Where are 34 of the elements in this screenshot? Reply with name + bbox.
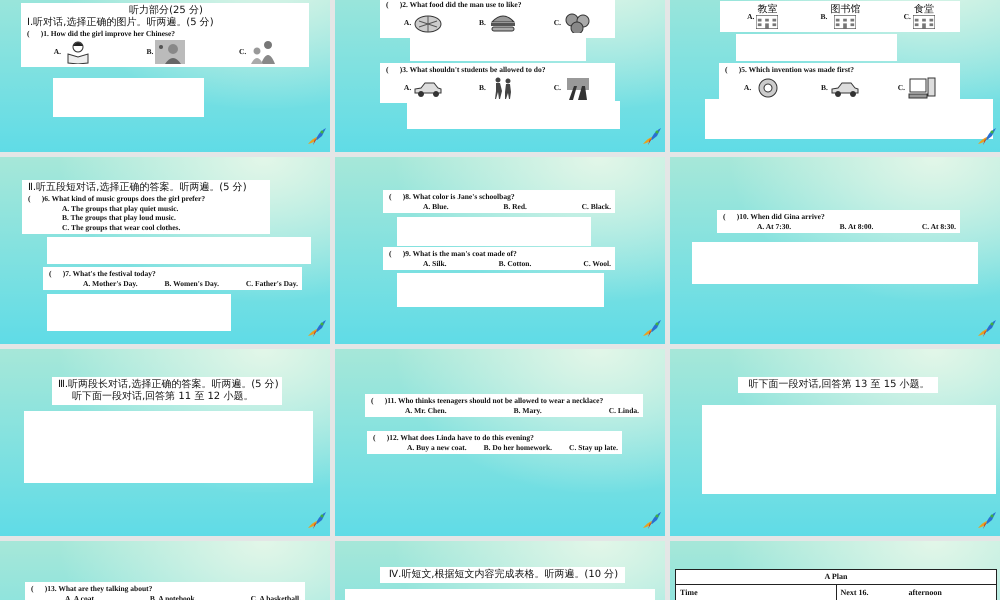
- building-icon: [756, 15, 778, 29]
- slide-thumbnail[interactable]: 听下面一段对话,回答第 13 至 15 小题。: [670, 349, 1000, 536]
- computer-icon: [907, 76, 938, 100]
- table-cell: afternoon: [908, 588, 942, 598]
- building-icon: [834, 15, 856, 29]
- parrot-icon: [642, 319, 662, 339]
- parrot-icon: [307, 127, 327, 147]
- heading-text: 听力部分(25 分): [129, 5, 203, 16]
- building-icon: [912, 15, 935, 29]
- heading-text: 听下面一段对话,回答第 13 至 15 小题。: [748, 379, 930, 391]
- sign-label: 图书馆: [829, 4, 862, 15]
- instruction-text: 听下面一段对话,回答第 11 至 12 小题。: [71, 391, 254, 403]
- parrot-icon: [977, 319, 997, 339]
- parrot-icon: [642, 511, 662, 531]
- table-cell: Time: [680, 588, 698, 598]
- slide-thumbnail[interactable]: Ⅳ.听短文,根据短文内容完成表格。听两遍。(10 分): [335, 541, 665, 600]
- sign-label: 食堂: [912, 4, 935, 15]
- parrot-icon: [307, 511, 327, 531]
- sign-label: 教室: [756, 4, 778, 15]
- section-text: Ⅰ.听对话,选择正确的图片。听两遍。(5 分): [27, 17, 215, 29]
- parrot-icon: [642, 127, 662, 147]
- parrot-icon: [307, 319, 327, 339]
- table-cell: Next 16.: [840, 588, 868, 598]
- slide-thumbnail[interactable]: [0, 157, 330, 344]
- slide-thumbnail[interactable]: A Plan Time Next 16. afternoon: [670, 541, 1000, 600]
- slide-thumbnail[interactable]: Ⅲ.听两段长对话,选择正确的答案。听两遍。(5 分) 听下面一段对话,回答第 11 至 12 小题。: [0, 349, 330, 536]
- person-drawing: [155, 40, 186, 64]
- section-text: Ⅲ.听两段长对话,选择正确的答案。听两遍。(5 分): [58, 379, 278, 390]
- slide-thumbnail[interactable]: [335, 349, 665, 536]
- heading-text: Ⅳ.听短文,根据短文内容完成表格。听两遍。(10 分): [388, 569, 618, 581]
- table-header: A Plan: [676, 570, 996, 585]
- parrot-icon: [977, 511, 997, 531]
- section-text: Ⅱ.听五段短对话,选择正确的答案。听两遍。(5 分): [28, 182, 248, 194]
- parrot-icon: [977, 127, 997, 147]
